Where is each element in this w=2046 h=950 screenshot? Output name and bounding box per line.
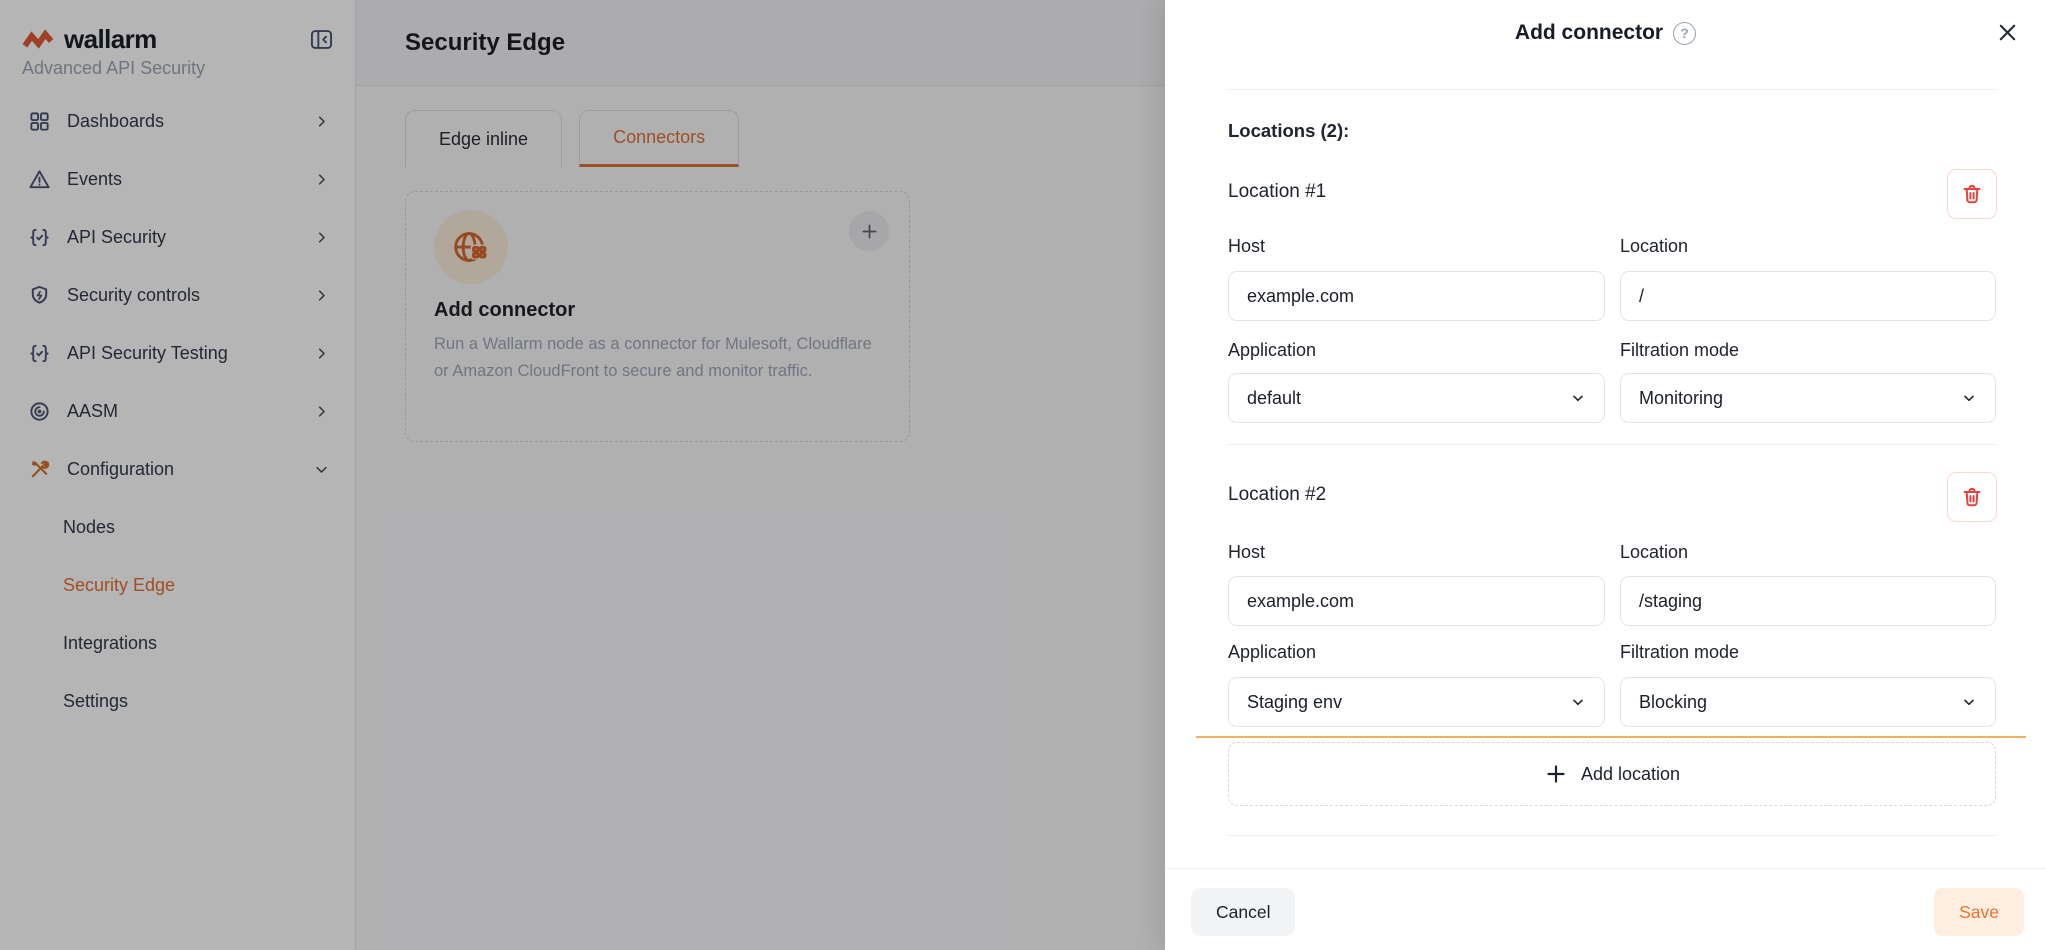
location-input-1[interactable] <box>1620 271 1996 321</box>
close-icon[interactable] <box>1996 21 2019 44</box>
location-label: Location <box>1620 542 1688 563</box>
chevron-down-icon <box>1961 390 1977 406</box>
host-label: Host <box>1228 236 1265 257</box>
modal-title: Add connector <box>1515 21 1663 45</box>
filtration-mode-select-1[interactable]: Monitoring <box>1620 373 1996 423</box>
delete-location-2-button[interactable] <box>1947 472 1997 522</box>
plus-icon <box>1544 762 1568 786</box>
add-location-button[interactable]: Add location <box>1228 742 1996 806</box>
filtration-mode-label: Filtration mode <box>1620 642 1739 663</box>
application-label: Application <box>1228 642 1316 663</box>
trash-icon <box>1960 485 1984 509</box>
application-select-value: default <box>1247 388 1301 409</box>
cancel-button[interactable]: Cancel <box>1191 888 1295 936</box>
host-input-2[interactable] <box>1228 576 1605 626</box>
help-icon[interactable]: ? <box>1673 22 1696 45</box>
save-button[interactable]: Save <box>1934 888 2024 936</box>
locations-heading: Locations (2): <box>1228 120 1349 142</box>
host-label: Host <box>1228 542 1265 563</box>
filtration-mode-select-2[interactable]: Blocking <box>1620 677 1996 727</box>
modal-footer: Cancel Save <box>1165 868 2046 950</box>
filtration-mode-select-value: Monitoring <box>1639 388 1723 409</box>
location-title: Location #1 <box>1228 181 1326 203</box>
host-input-1[interactable] <box>1228 271 1605 321</box>
application-select-value: Staging env <box>1247 692 1342 713</box>
location-divider <box>1228 444 1996 445</box>
application-select-1[interactable]: default <box>1228 373 1605 423</box>
trash-icon <box>1960 182 1984 206</box>
filtration-mode-label: Filtration mode <box>1620 340 1739 361</box>
delete-location-1-button[interactable] <box>1947 169 1997 219</box>
header-divider <box>1228 89 1996 90</box>
chevron-down-icon <box>1961 694 1977 710</box>
section-highlight-divider <box>1196 736 2026 738</box>
content-bottom-divider <box>1228 835 1996 836</box>
modal-header: Add connector ? <box>1165 21 2046 45</box>
chevron-down-icon <box>1570 694 1586 710</box>
location-input-2[interactable] <box>1620 576 1996 626</box>
add-connector-modal: Add connector ? Locations (2): Location … <box>1165 0 2046 950</box>
add-location-label: Add location <box>1581 764 1680 785</box>
location-label: Location <box>1620 236 1688 257</box>
filtration-mode-select-value: Blocking <box>1639 692 1707 713</box>
location-title: Location #2 <box>1228 484 1326 506</box>
application-select-2[interactable]: Staging env <box>1228 677 1605 727</box>
application-label: Application <box>1228 340 1316 361</box>
app-window: wallarm Advanced API Security Dashboards <box>0 0 2046 950</box>
chevron-down-icon <box>1570 390 1586 406</box>
